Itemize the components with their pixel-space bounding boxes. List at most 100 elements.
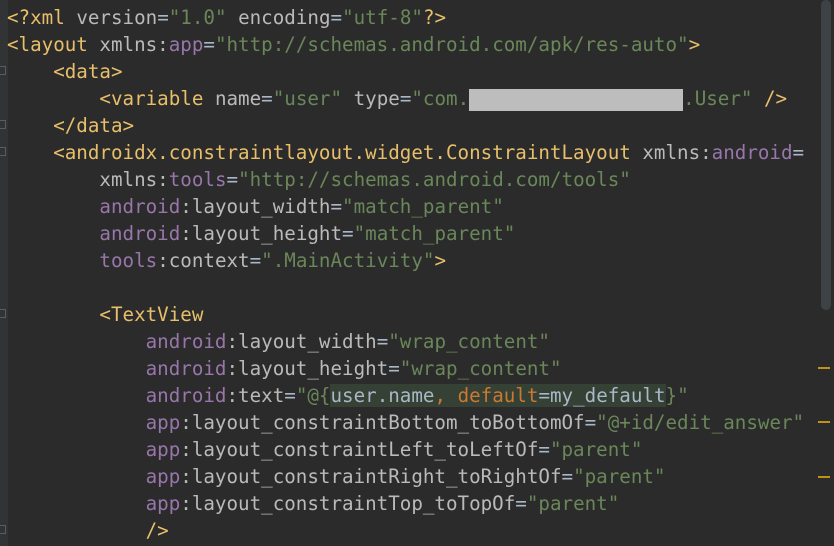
code-token: "com. [411, 87, 470, 110]
warning-marker[interactable] [818, 367, 830, 369]
code-token: :layout_constraintLeft_toLeftOf [180, 438, 539, 461]
code-token: = [399, 87, 412, 110]
code-token: "http://schemas.android.com/tools" [238, 168, 631, 191]
code-token: android [145, 384, 227, 407]
fold-marker-icon[interactable] [0, 120, 6, 129]
code-token: "parent" [573, 465, 666, 488]
code-line[interactable]: <TextView [7, 301, 820, 328]
warning-marker[interactable] [818, 476, 830, 478]
code-token: default [457, 384, 539, 407]
vertical-scrollbar[interactable] [818, 0, 834, 546]
fold-marker-icon[interactable] [0, 309, 6, 318]
code-token: type [353, 87, 400, 110]
code-token: :layout_height [180, 222, 343, 245]
code-line[interactable]: <variable name="user" type="com. .User" /… [7, 85, 820, 112]
code-token: = [515, 492, 527, 515]
code-line[interactable]: android:layout_width="wrap_content" [7, 328, 820, 355]
code-token: :layout_width [180, 195, 331, 218]
code-line[interactable] [7, 274, 820, 301]
code-line[interactable]: <data> [7, 58, 820, 85]
code-line[interactable]: app:layout_constraintBottom_toBottomOf="… [7, 409, 820, 436]
code-token: "match_parent" [353, 222, 516, 245]
code-token: .User" [683, 87, 753, 110]
code-token: <data> [7, 60, 123, 83]
code-token: = [342, 222, 354, 245]
code-token: ?> [422, 6, 447, 29]
code-line[interactable]: android:text="@{user.name, default=my_de… [7, 382, 820, 409]
code-token: , [434, 384, 458, 407]
code-line[interactable]: <layout xmlns:app="http://schemas.androi… [7, 31, 820, 58]
code-token: name [214, 87, 262, 110]
code-token: <androidx.constraintlayout.widget.Constr… [7, 141, 643, 164]
code-token: "wrap_content" [399, 357, 562, 380]
code-token: = [538, 438, 550, 461]
code-line[interactable]: android:layout_height="match_parent" [7, 220, 820, 247]
code-token: <TextView [7, 303, 204, 326]
code-token: app [145, 465, 181, 488]
code-line[interactable]: app:layout_constraintRight_toRightOf="pa… [7, 463, 820, 490]
code-token: :layout_constraintTop_toTopOf [180, 492, 516, 515]
code-token: encoding [238, 6, 331, 29]
code-token: "parent" [526, 492, 620, 515]
code-token: </data> [7, 114, 135, 137]
code-token: <variable [7, 87, 215, 110]
code-token: ".MainActivity" [261, 249, 435, 272]
scrollbar-thumb[interactable] [821, 0, 831, 310]
code-token: = [330, 6, 343, 29]
code-token: :layout_width [226, 330, 377, 353]
code-token: = [330, 195, 343, 218]
redacted-block [469, 88, 684, 111]
code-token: app [145, 492, 181, 515]
code-token: = [157, 6, 169, 29]
code-token: > [434, 249, 447, 272]
code-line[interactable]: app:layout_constraintTop_toTopOf="parent… [7, 490, 820, 517]
code-token: xmlns: [99, 33, 169, 56]
code-token: android [99, 222, 181, 245]
code-editor[interactable]: <?xml version="1.0" encoding="utf-8"?> <l… [7, 4, 820, 544]
code-token: tools [168, 168, 227, 191]
code-token: "user" [272, 87, 343, 110]
code-token: <?xml [7, 6, 77, 29]
warning-marker[interactable] [818, 421, 830, 423]
code-token: android [711, 141, 793, 164]
code-token: = [261, 87, 273, 110]
code-token: = [561, 465, 574, 488]
code-token: "@+id/edit_answer" [596, 411, 805, 434]
code-token: = [249, 249, 262, 272]
code-line[interactable]: xmlns:tools="http://schemas.android.com/… [7, 166, 820, 193]
code-token: "match_parent" [342, 195, 504, 218]
code-line[interactable]: tools:context=".MainActivity"> [7, 247, 820, 274]
code-token: /> [7, 519, 169, 542]
code-line[interactable]: <?xml version="1.0" encoding="utf-8"?> [7, 4, 820, 31]
code-token: :layout_constraintBottom_toBottomOf [180, 411, 585, 434]
code-line[interactable]: app:layout_constraintLeft_toLeftOf="pare… [7, 436, 820, 463]
code-token: :context [157, 249, 250, 272]
code-token: android [145, 330, 227, 353]
code-token: /> [752, 87, 788, 110]
code-token: app [145, 411, 181, 434]
fold-marker-icon[interactable] [0, 525, 6, 534]
code-token: }" [665, 384, 689, 407]
code-line[interactable]: </data> [7, 112, 820, 139]
code-token: = [584, 411, 597, 434]
code-token: "http://schemas.android.com/apk/res-auto… [214, 33, 689, 56]
code-line[interactable]: android:layout_width="match_parent" [7, 193, 820, 220]
code-token: xmlns: [642, 141, 712, 164]
code-line[interactable]: android:layout_height="wrap_content" [7, 355, 820, 382]
fold-marker-icon[interactable] [0, 66, 6, 75]
fold-marker-icon[interactable] [0, 147, 6, 156]
code-token: = [284, 384, 296, 407]
code-line[interactable]: <androidx.constraintlayout.widget.Constr… [7, 139, 820, 166]
code-line[interactable]: /> [7, 517, 820, 544]
